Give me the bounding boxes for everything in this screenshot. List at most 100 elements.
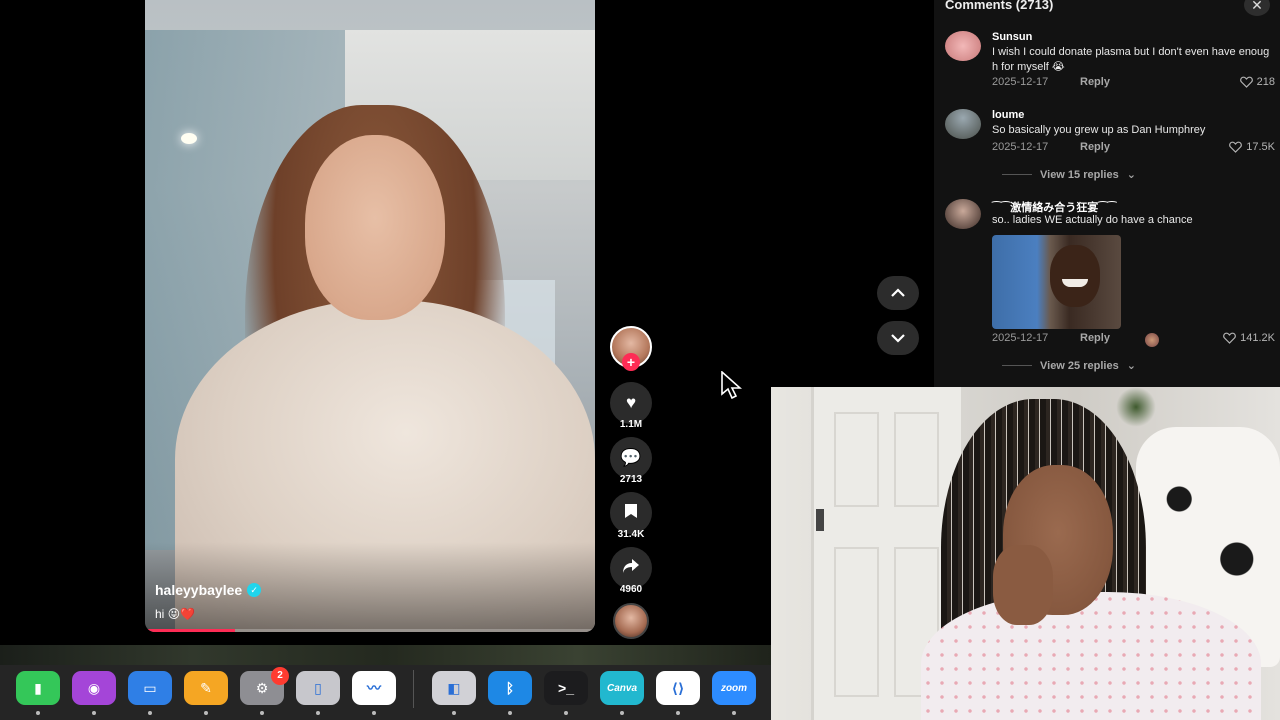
like-count: 1.1M	[619, 419, 643, 430]
comment-like-button[interactable]: 141.2K	[1223, 332, 1275, 344]
video-caption: hi 😝❤️	[155, 607, 196, 621]
comment-avatar[interactable]	[945, 109, 981, 139]
comment-button[interactable]: 💬	[610, 437, 652, 479]
iphone-mirroring-icon[interactable]: ▯	[296, 671, 340, 705]
dock-running-indicator	[372, 711, 376, 715]
dock-running-indicator	[452, 711, 456, 715]
save-count: 31.4K	[617, 529, 645, 540]
numbers-icon[interactable]: ▮	[16, 671, 60, 705]
video-person-face	[305, 135, 445, 320]
door-panel	[834, 412, 879, 507]
comment-attached-image[interactable]	[992, 235, 1121, 329]
video-player[interactable]: haleyybaylee ✓ hi 😝❤️	[145, 0, 595, 632]
share-button[interactable]	[610, 547, 652, 589]
save-button[interactable]	[610, 492, 652, 534]
comment-like-button[interactable]: 17.5K	[1229, 141, 1275, 153]
video-progress-bar[interactable]	[145, 629, 595, 632]
creator-handle[interactable]: haleyybaylee ✓	[155, 582, 262, 598]
dock-running-indicator	[564, 711, 568, 715]
comment-text: I wish I could donate plasma but I don't…	[992, 46, 1270, 73]
comment-bubble-icon: 💬	[620, 448, 642, 467]
video-ceiling-lamp	[181, 133, 197, 144]
replies-divider	[1002, 365, 1032, 366]
terminal-icon[interactable]: >_	[544, 671, 588, 705]
replies-divider	[1002, 174, 1032, 175]
door-panel	[834, 547, 879, 697]
pages-icon[interactable]: ✎	[184, 671, 228, 705]
reply-button[interactable]: Reply	[1080, 141, 1110, 153]
dock-running-indicator	[508, 711, 512, 715]
comment-text: so.. ladies WE actually do have a chance	[992, 214, 1193, 226]
close-icon: ✕	[1251, 0, 1263, 13]
dock-running-indicator	[36, 711, 40, 715]
canva-icon[interactable]: Canva	[600, 671, 644, 705]
view-replies-button[interactable]: View 25 replies ⌄	[1002, 359, 1136, 372]
dock-running-indicator	[92, 711, 96, 715]
next-video-button[interactable]	[877, 321, 919, 355]
comment-like-count: 218	[1256, 76, 1275, 88]
disk-utility-icon[interactable]: ◧	[432, 671, 476, 705]
comment-avatar[interactable]	[945, 199, 981, 229]
comment-username[interactable]: loume	[992, 109, 1024, 121]
comment-date: 2025-12-17	[992, 332, 1049, 344]
door-panel	[894, 412, 939, 507]
image-smile	[1062, 279, 1088, 287]
comment-avatar[interactable]	[945, 31, 981, 61]
reply-button[interactable]: Reply	[1080, 332, 1110, 344]
zoom-icon[interactable]: zoom	[712, 671, 756, 705]
dock-running-indicator	[676, 711, 680, 715]
reply-button[interactable]: Reply	[1080, 76, 1110, 88]
comments-title: Comments (2713)	[945, 0, 1054, 12]
dock-running-indicator	[260, 711, 264, 715]
podcasts-icon[interactable]: ◉	[72, 671, 116, 705]
comment-count: 2713	[619, 474, 643, 485]
verified-badge-icon: ✓	[247, 583, 262, 597]
bluetooth-icon[interactable]: ᛒ	[488, 671, 532, 705]
chevron-down-icon: ⌄	[1126, 360, 1136, 372]
comment-like-count: 17.5K	[1246, 141, 1275, 153]
heart-outline-icon	[1229, 141, 1243, 153]
view-replies-label: View 15 replies	[1040, 168, 1119, 181]
dock-running-indicator	[316, 711, 320, 715]
webcam-person-shirt	[921, 592, 1261, 720]
heart-icon: ♥	[625, 393, 637, 412]
webcam-person-hand	[993, 545, 1053, 625]
view-replies-button[interactable]: View 15 replies ⌄	[1002, 168, 1136, 181]
share-count: 4960	[619, 584, 643, 595]
dock-separator	[413, 670, 414, 708]
comment-text: So basically you grew up as Dan Humphrey	[992, 124, 1206, 136]
close-comments-button[interactable]: ✕	[1244, 0, 1270, 16]
dock-running-indicator	[620, 711, 624, 715]
heart-outline-icon	[1239, 76, 1253, 88]
like-button[interactable]: ♥	[610, 382, 652, 424]
dock-running-indicator	[204, 711, 208, 715]
creator-liked-avatar-icon	[1145, 333, 1159, 347]
comment-username[interactable]: Sunsun	[992, 31, 1032, 43]
follow-plus-icon[interactable]: +	[622, 353, 640, 371]
chevron-down-icon	[891, 334, 905, 343]
webcam-overlay	[771, 387, 1280, 720]
previous-video-button[interactable]	[877, 276, 919, 310]
creator-name[interactable]: haleyybaylee	[155, 582, 242, 598]
image-face	[1050, 245, 1100, 307]
notification-badge: 2	[271, 667, 289, 685]
freeform-icon[interactable]: 〰	[352, 671, 396, 705]
video-progress-fill	[145, 629, 235, 632]
chevron-down-icon: ⌄	[1126, 169, 1136, 181]
heart-outline-icon	[1223, 332, 1237, 344]
webcam-plant	[1116, 387, 1156, 427]
music-disc-icon[interactable]	[613, 603, 649, 639]
desktop-wallpaper-strip	[0, 645, 771, 665]
door-hinge	[816, 509, 824, 531]
view-replies-label: View 25 replies	[1040, 359, 1119, 372]
chevron-up-icon	[891, 288, 905, 297]
comment-like-count: 141.2K	[1240, 332, 1275, 344]
bookmark-icon	[624, 503, 638, 524]
keynote-icon[interactable]: ▭	[128, 671, 172, 705]
dock-running-indicator	[732, 711, 736, 715]
mouse-pointer-icon	[721, 371, 742, 399]
comment-like-button[interactable]: 218	[1239, 76, 1275, 88]
vscode-icon[interactable]: ⟨⟩	[656, 671, 700, 705]
comment-date: 2025-12-17	[992, 141, 1049, 153]
comment-date: 2025-12-17	[992, 76, 1049, 88]
